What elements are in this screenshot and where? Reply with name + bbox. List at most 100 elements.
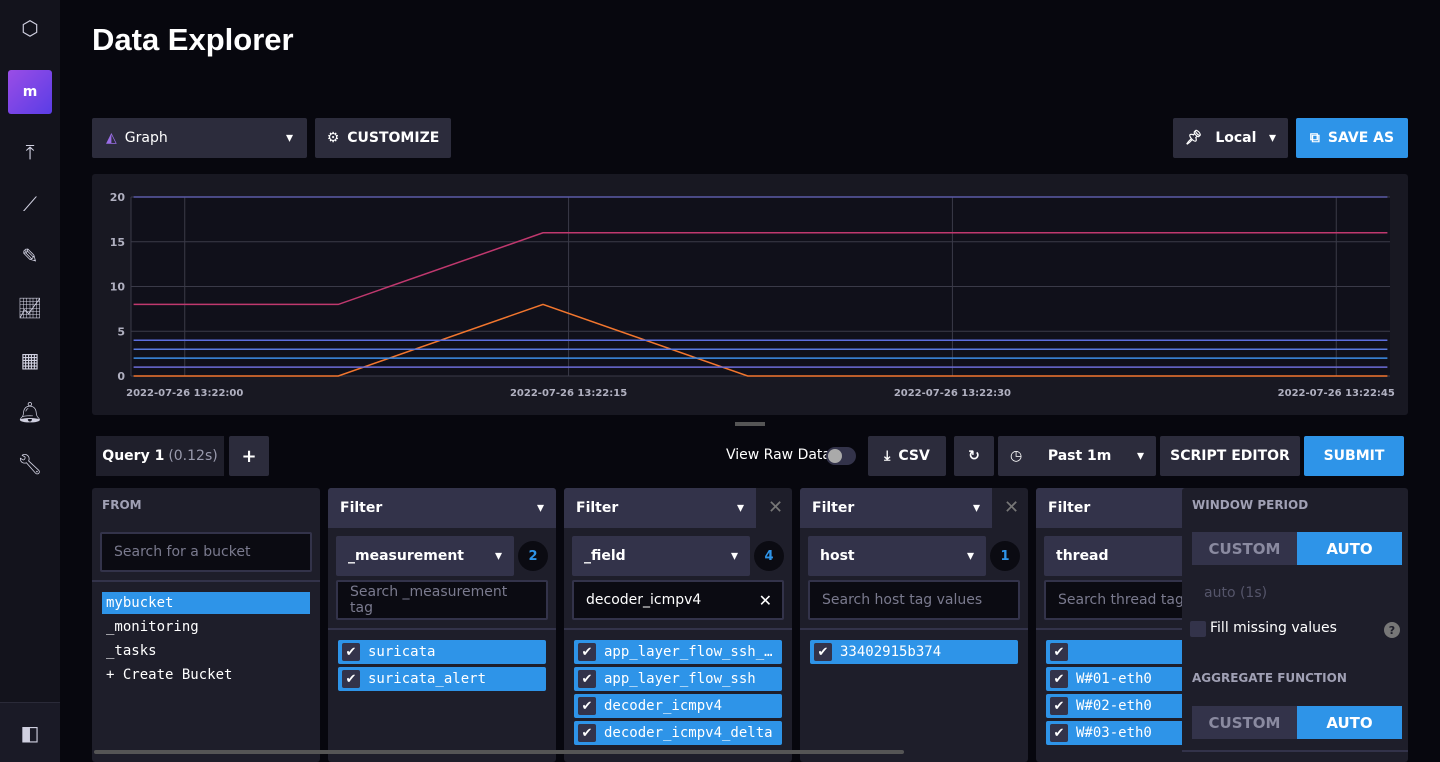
horizontal-scrollbar[interactable]: [94, 750, 904, 754]
caret-down-icon: ▾: [1136, 448, 1144, 464]
gear-icon: ⚙: [326, 130, 340, 146]
checkbox-checked-icon[interactable]: ✔: [814, 643, 832, 661]
upload-icon[interactable]: ⤒: [0, 132, 60, 172]
bucket-search-input[interactable]: Search for a bucket: [100, 532, 312, 572]
refresh-button[interactable]: ↻: [954, 436, 994, 476]
save-as-button[interactable]: ⧉ SAVE AS: [1296, 118, 1408, 158]
tag-value-item[interactable]: ✔ 33402915b374: [810, 640, 1018, 664]
tasks-icon[interactable]: ▦: [0, 340, 60, 380]
filter-panel-host: Filter ▾ ✕ host ▾ 1 Search host tag values…: [800, 488, 1028, 762]
csv-button[interactable]: ⤓ CSV: [868, 436, 946, 476]
aggregate-function-title: AGGREGATE FUNCTION: [1192, 671, 1347, 685]
caret-down-icon: ▾: [536, 500, 544, 516]
x-tick-label: 2022-07-26 13:22:00: [126, 388, 243, 399]
caret-down-icon: ▾: [285, 130, 293, 146]
aggregate-function-toggle: CUSTOM AUTO: [1192, 706, 1402, 739]
collapse-sidebar-icon[interactable]: ◧: [0, 713, 60, 753]
y-tick-label: 0: [117, 370, 125, 383]
auto-button[interactable]: AUTO: [1297, 532, 1402, 565]
selected-count-badge: 4: [754, 541, 784, 571]
create-bucket-link[interactable]: + Create Bucket: [102, 664, 310, 686]
bucket-item[interactable]: _monitoring: [102, 616, 310, 638]
checkbox-checked-icon[interactable]: ✔: [1050, 670, 1068, 688]
bucket-item[interactable]: mybucket: [102, 592, 310, 614]
view-raw-toggle[interactable]: [826, 447, 856, 465]
resize-handle[interactable]: [735, 422, 765, 426]
filter-header[interactable]: Filter ▾: [800, 488, 992, 528]
pin-icon: 📌︎: [1185, 130, 1203, 146]
tag-value-item[interactable]: ✔ app_layer_flow_ssh: [574, 667, 782, 691]
y-tick-label: 20: [110, 191, 126, 204]
graph-icon: ◭: [106, 130, 117, 146]
tag-value-item[interactable]: ✔ suricata: [338, 640, 546, 664]
from-title: FROM: [102, 498, 142, 512]
page-title: Data Explorer: [92, 22, 294, 57]
window-period-title: WINDOW PERIOD: [1192, 498, 1309, 512]
checkbox-checked-icon[interactable]: ✔: [1050, 724, 1068, 742]
remove-filter-close-icon[interactable]: ✕: [1004, 497, 1019, 518]
clear-search-icon[interactable]: ✕: [759, 591, 772, 610]
clock-icon: ◷: [1010, 448, 1023, 464]
submit-button[interactable]: SUBMIT: [1304, 436, 1404, 476]
checkbox-checked-icon[interactable]: ✔: [578, 670, 596, 688]
add-query-button[interactable]: +: [229, 436, 269, 476]
filter-header[interactable]: Filter ▾: [328, 488, 556, 528]
tag-search-input[interactable]: Search host tag values: [808, 580, 1020, 620]
tag-value-item[interactable]: ✔ decoder_icmpv4: [574, 694, 782, 718]
filter-header[interactable]: Filter ▾: [564, 488, 756, 528]
window-period-toggle: CUSTOM AUTO: [1192, 532, 1402, 565]
logo-icon[interactable]: ⬡: [0, 8, 60, 48]
checkbox-checked-icon[interactable]: ✔: [578, 643, 596, 661]
auto-button[interactable]: AUTO: [1297, 706, 1402, 739]
vis-type-dropdown[interactable]: ◭ Graph ▾: [92, 118, 307, 158]
custom-button[interactable]: CUSTOM: [1192, 532, 1297, 565]
selected-count-badge: 1: [990, 541, 1020, 571]
refresh-icon: ↻: [968, 448, 980, 464]
selected-count-badge: 2: [518, 541, 548, 571]
x-tick-label: 2022-07-26 13:22:15: [510, 388, 627, 399]
tag-key-dropdown[interactable]: _measurement ▾: [336, 536, 514, 576]
collapse-sidebar[interactable]: ◧: [0, 702, 60, 762]
tag-key-dropdown[interactable]: _field ▾: [572, 536, 750, 576]
time-range-dropdown[interactable]: ◷ Past 1m ▾: [998, 436, 1156, 476]
tag-value-item[interactable]: ✔ app_layer_flow_ssh_…: [574, 640, 782, 664]
caret-down-icon: ▾: [494, 548, 502, 564]
customize-button[interactable]: ⚙ CUSTOMIZE: [315, 118, 451, 158]
x-tick-label: 2022-07-26 13:22:45: [1278, 388, 1395, 399]
alerts-icon[interactable]: 🔔︎: [0, 392, 60, 432]
remove-filter-close-icon[interactable]: ✕: [768, 497, 783, 518]
tag-key-dropdown[interactable]: host ▾: [808, 536, 986, 576]
download-icon: ⤓: [884, 448, 891, 464]
script-editor-button[interactable]: SCRIPT EDITOR: [1160, 436, 1300, 476]
settings-wrench-icon[interactable]: 🔧︎: [0, 444, 60, 484]
checkbox-checked-icon[interactable]: ✔: [1050, 643, 1068, 661]
bucket-item[interactable]: _tasks: [102, 640, 310, 662]
fill-missing-checkbox[interactable]: [1190, 621, 1206, 637]
query-tab[interactable]: Query 1 (0.12s): [96, 436, 224, 476]
caret-down-icon: ▾: [736, 500, 744, 516]
checkbox-checked-icon[interactable]: ✔: [1050, 697, 1068, 715]
fill-missing-label: Fill missing values: [1210, 620, 1337, 636]
timezone-dropdown[interactable]: 📌︎ Local ▾: [1173, 118, 1288, 158]
export-icon: ⧉: [1309, 130, 1320, 146]
checkbox-checked-icon[interactable]: ✔: [578, 724, 596, 742]
y-tick-label: 5: [117, 325, 125, 338]
org-avatar[interactable]: m: [8, 70, 52, 114]
tag-value-item[interactable]: ✔ suricata_alert: [338, 667, 546, 691]
help-icon[interactable]: ?: [1384, 622, 1400, 638]
caret-down-icon: ▾: [1268, 130, 1276, 146]
dashboards-icon[interactable]: 📈︎: [0, 288, 60, 328]
graph-panel: 0 5 10 15 20 2022-07-26 13:22:00 2022-07-26 13…: [92, 174, 1408, 415]
checkbox-checked-icon[interactable]: ✔: [342, 670, 360, 688]
custom-button[interactable]: CUSTOM: [1192, 706, 1297, 739]
notebook-icon[interactable]: ✎: [0, 236, 60, 276]
auto-period-value: auto (1s): [1204, 585, 1268, 601]
tag-search-input[interactable]: Search _measurement tag: [336, 580, 548, 620]
data-explorer-icon[interactable]: ⟋: [0, 184, 60, 224]
filter-panel-measurement: Filter ▾ _measurement ▾ 2 Search _measurem…: [328, 488, 556, 762]
tag-value-item[interactable]: ✔ decoder_icmpv4_delta: [574, 721, 782, 745]
line-chart: 0 5 10 15 20 2022-07-26 13:22:00 2022-07-26 13…: [110, 191, 1395, 399]
checkbox-checked-icon[interactable]: ✔: [342, 643, 360, 661]
tag-search-input[interactable]: decoder_icmpv4 ✕: [572, 580, 784, 620]
checkbox-checked-icon[interactable]: ✔: [578, 697, 596, 715]
